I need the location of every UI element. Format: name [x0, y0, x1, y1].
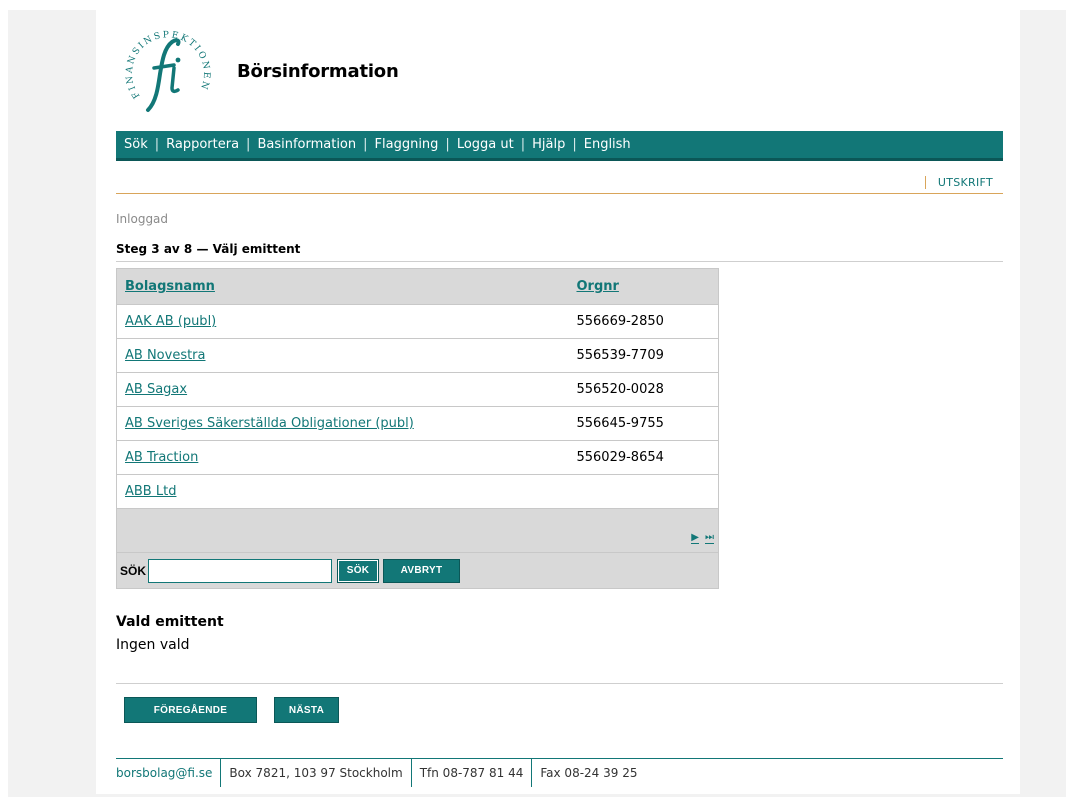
- chosen-issuer-heading: Vald emittent: [116, 614, 224, 630]
- issuer-link[interactable]: ABB Ltd: [125, 484, 176, 499]
- footer-address: Box 7821, 103 97 Stockholm: [220, 758, 410, 787]
- nav-separator: |: [445, 137, 450, 152]
- search-input[interactable]: [148, 558, 333, 583]
- table-row: ABB Ltd: [117, 475, 718, 509]
- table-row: AB Traction 556029-8654: [117, 441, 718, 475]
- issuer-table: Bolagsnamn Orgnr AAK AB (publ) 556669-28…: [116, 268, 719, 589]
- issuer-link[interactable]: AB Sveriges Säkerställda Obligationer (p…: [125, 416, 414, 431]
- top-strip-right: [1020, 10, 1066, 26]
- table-row: AB Sagax 556520-0028: [117, 373, 718, 407]
- table-row: AB Novestra 556539-7709: [117, 339, 718, 373]
- orgnr-cell: 556669-2850: [576, 314, 664, 329]
- next-page-icon[interactable]: ▶: [691, 533, 699, 544]
- sort-by-name-header[interactable]: Bolagsnamn: [125, 279, 215, 294]
- left-margin: [0, 0, 8, 797]
- orgnr-cell: 556539-7709: [576, 348, 664, 363]
- orgnr-cell: 556645-9755: [576, 416, 664, 431]
- top-margin: [0, 0, 1074, 10]
- nav-separator: |: [363, 137, 368, 152]
- nav-item-english[interactable]: English: [584, 137, 631, 152]
- nav-item-sok[interactable]: Sök: [124, 137, 148, 152]
- right-margin: [1066, 0, 1074, 797]
- print-link[interactable]: UTSKRIFT: [924, 176, 993, 189]
- nav-item-logga-ut[interactable]: Logga ut: [457, 137, 514, 152]
- footer-fax: Fax 08-24 39 25: [531, 758, 645, 787]
- sort-by-orgnr-header[interactable]: Orgnr: [576, 279, 618, 294]
- divider: [116, 683, 1003, 684]
- nav-separator: |: [520, 137, 526, 152]
- issuer-link[interactable]: AB Traction: [125, 450, 198, 465]
- issuer-link[interactable]: AB Novestra: [125, 348, 206, 363]
- issuer-link[interactable]: AAK AB (publ): [125, 314, 216, 329]
- fi-logo: FINANSINSPEKTIONEN: [125, 30, 209, 112]
- table-row: AB Sveriges Säkerställda Obligationer (p…: [117, 407, 718, 441]
- nav-separator: |: [246, 137, 251, 152]
- step-title: Steg 3 av 8 — Välj emittent: [116, 242, 1003, 262]
- orgnr-cell: 556029-8654: [576, 450, 664, 465]
- nav-item-basinformation[interactable]: Basinformation: [257, 137, 356, 152]
- search-row: SÖK SÖK AVBRYT: [117, 553, 718, 588]
- search-label: SÖK: [120, 563, 147, 578]
- table-pager: ▶ ⏭: [117, 509, 718, 553]
- nav-item-hjalp[interactable]: Hjälp: [532, 137, 565, 152]
- chosen-issuer-value: Ingen vald: [116, 637, 190, 653]
- footer-email-link[interactable]: borsbolag@fi.se: [116, 759, 220, 787]
- previous-button[interactable]: FÖREGÅENDE: [124, 697, 257, 723]
- nav-item-flaggning[interactable]: Flaggning: [375, 137, 439, 152]
- nav-item-rapportera[interactable]: Rapportera: [166, 137, 239, 152]
- issuer-link[interactable]: AB Sagax: [125, 382, 187, 397]
- table-row: AAK AB (publ) 556669-2850: [117, 305, 718, 339]
- next-button[interactable]: NÄSTA: [274, 697, 339, 723]
- last-page-icon[interactable]: ⏭: [705, 533, 714, 544]
- nav-separator: |: [572, 137, 577, 152]
- print-row: UTSKRIFT: [116, 168, 1003, 194]
- search-button[interactable]: SÖK: [337, 558, 380, 583]
- top-strip-left: [8, 10, 96, 26]
- login-status: Inloggad: [116, 212, 169, 226]
- orgnr-cell: 556520-0028: [576, 382, 664, 397]
- footer-phone: Tfn 08-787 81 44: [410, 758, 532, 787]
- main-nav: Sök | Rapportera | Basinformation | Flag…: [116, 131, 1003, 161]
- cancel-button[interactable]: AVBRYT: [383, 558, 461, 583]
- table-header: Bolagsnamn Orgnr: [117, 269, 718, 305]
- site-title: Börsinformation: [237, 61, 399, 82]
- nav-separator: |: [154, 137, 160, 152]
- footer: borsbolag@fi.se Box 7821, 103 97 Stockho…: [116, 758, 1003, 787]
